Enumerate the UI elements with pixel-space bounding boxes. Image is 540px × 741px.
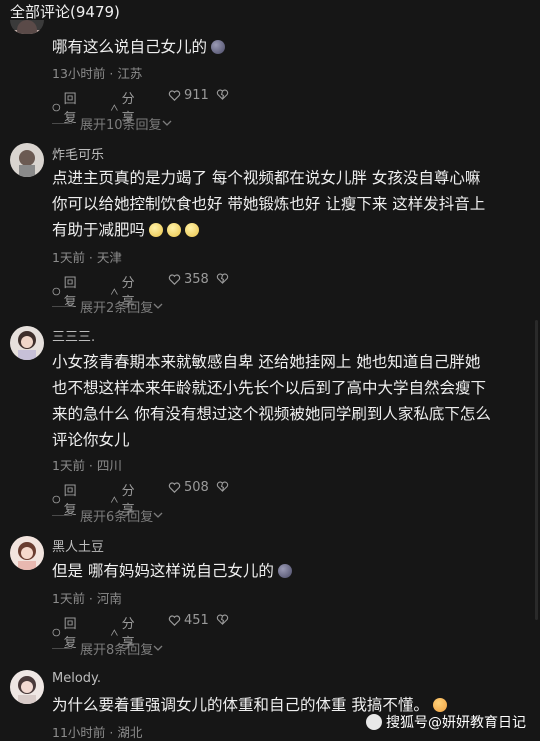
comment-item: 哪有这么说自己女儿的 13小时前 · 江苏 回复 分享 911 展开10条回复 — [0, 0, 540, 140]
username[interactable]: Melody. — [52, 671, 101, 686]
comment-meta: 13小时前 · 江苏 — [52, 66, 143, 81]
username[interactable]: 炸毛可乐 — [52, 144, 104, 163]
avatar[interactable] — [10, 536, 44, 570]
avatar[interactable] — [10, 670, 44, 704]
like-button[interactable]: 451 — [168, 613, 209, 628]
comment-meta: 1天前 · 天津 — [52, 250, 122, 265]
dislike-button[interactable] — [216, 480, 229, 493]
share-icon — [110, 628, 118, 636]
dislike-button[interactable] — [216, 272, 229, 285]
comment-text: 小女孩青春期本来就敏感自卑 还给她挂网上 她也知道自己胖她 也不想这样本来年龄就… — [52, 353, 491, 449]
heart-icon — [168, 90, 181, 101]
like-button[interactable]: 911 — [168, 88, 209, 103]
smile-emoji-icon — [149, 223, 164, 237]
chat-bubble-icon — [52, 495, 61, 503]
comment-meta: 1天前 · 四川 — [52, 458, 122, 473]
comment-item: 黑人土豆 但是 哪有妈妈这样说自己女儿的 1天前 · 河南 回复 分享 451 … — [0, 532, 540, 662]
watermark: 搜狐号@妍妍教育日记 — [366, 712, 526, 732]
chat-bubble-icon — [52, 628, 61, 636]
broken-heart-icon — [216, 273, 229, 284]
avatar[interactable] — [10, 326, 44, 360]
comment-text: 哪有这么说自己女儿的 — [52, 34, 522, 60]
chat-bubble-icon — [52, 287, 61, 295]
chevron-down-icon — [162, 120, 172, 126]
comment-item: 三三三. 小女孩青春期本来就敏感自卑 还给她挂网上 她也知道自己胖她 也不想这样… — [0, 322, 540, 528]
avatar[interactable] — [10, 20, 44, 34]
expand-replies-button[interactable]: 展开6条回复 — [52, 506, 163, 525]
like-button[interactable]: 508 — [168, 480, 209, 495]
username[interactable]: 黑人土豆 — [52, 536, 104, 555]
expand-replies-button[interactable]: 展开8条回复 — [52, 639, 163, 658]
share-icon — [110, 103, 118, 111]
expand-replies-button[interactable]: 展开10条回复 — [52, 114, 172, 133]
heart-icon — [168, 615, 181, 626]
broken-heart-icon — [216, 481, 229, 492]
comment-item: 炸毛可乐 点进主页真的是力竭了 每个视频都在说女儿胖 女孩没自尊心嘛 你可以给她… — [0, 140, 540, 320]
username[interactable]: 三三三. — [52, 326, 95, 345]
comment-meta: 1天前 · 河南 — [52, 591, 122, 606]
heart-icon — [168, 274, 181, 285]
avatar[interactable] — [10, 143, 44, 177]
comment-text: 点进主页真的是力竭了 每个视频都在说女儿胖 女孩没自尊心嘛 你可以给她控制饮食也… — [52, 169, 486, 239]
emoji-icon — [211, 40, 226, 54]
chat-bubble-icon — [52, 103, 61, 111]
emoji-icon — [277, 564, 292, 578]
smile-emoji-icon — [167, 223, 182, 237]
dislike-button[interactable] — [216, 88, 229, 101]
smile-emoji-icon — [185, 223, 200, 237]
comment-text: 但是 哪有妈妈这样说自己女儿的 — [52, 558, 522, 584]
sohu-logo-icon — [366, 714, 382, 730]
comment-meta: 11小时前 · 湖北 — [52, 725, 143, 740]
broken-heart-icon — [216, 89, 229, 100]
chevron-down-icon — [153, 645, 163, 651]
like-button[interactable]: 358 — [168, 272, 209, 287]
chevron-down-icon — [153, 303, 163, 309]
blush-emoji-icon — [432, 698, 447, 712]
scrollbar[interactable] — [535, 320, 538, 620]
dislike-button[interactable] — [216, 613, 229, 626]
expand-replies-button[interactable]: 展开2条回复 — [52, 297, 163, 316]
chevron-down-icon — [153, 512, 163, 518]
broken-heart-icon — [216, 614, 229, 625]
heart-icon — [168, 482, 181, 493]
share-icon — [110, 495, 118, 503]
